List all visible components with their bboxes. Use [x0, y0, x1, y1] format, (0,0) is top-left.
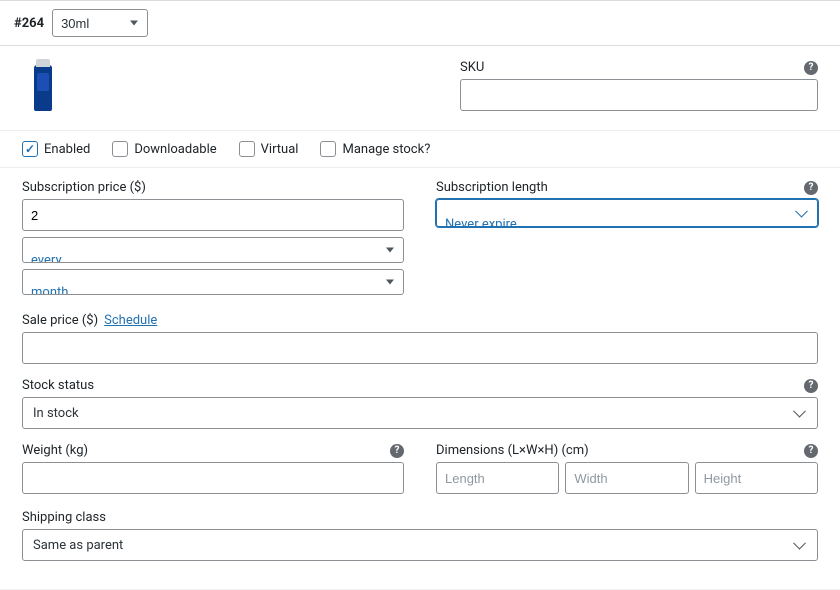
enabled-label: Enabled	[44, 142, 90, 157]
subscription-price-label: Subscription price ($)	[22, 180, 146, 195]
sku-label: SKU	[460, 60, 484, 75]
manage-stock-checkbox-wrap[interactable]: Manage stock?	[320, 141, 430, 157]
subscription-length-label: Subscription length	[436, 180, 548, 195]
shipping-class-select[interactable]: Same as parent	[22, 529, 818, 561]
product-thumbnail-icon	[34, 65, 52, 111]
enabled-checkbox[interactable]	[22, 141, 38, 157]
variation-panel: #264 30ml SKU ?	[0, 0, 840, 590]
help-icon[interactable]: ?	[804, 181, 818, 195]
enabled-checkbox-wrap[interactable]: Enabled	[22, 141, 90, 157]
weight-label: Weight (kg)	[22, 443, 88, 458]
virtual-label: Virtual	[261, 142, 299, 157]
subscription-price-input[interactable]	[22, 199, 404, 231]
help-icon[interactable]: ?	[804, 61, 818, 75]
sale-price-label: Sale price ($)	[22, 313, 98, 328]
stock-status-select[interactable]: In stock	[22, 397, 818, 429]
shipping-class-label: Shipping class	[22, 510, 106, 525]
height-input[interactable]	[695, 462, 818, 494]
help-icon[interactable]: ?	[804, 379, 818, 393]
dimensions-label: Dimensions (L×W×H) (cm)	[436, 443, 589, 458]
subscription-length-select[interactable]: Never expire	[436, 199, 818, 227]
variation-id: #264	[14, 16, 44, 31]
manage-stock-checkbox[interactable]	[320, 141, 336, 157]
help-icon[interactable]: ?	[390, 444, 404, 458]
options-row: Enabled Downloadable Virtual Manage stoc…	[0, 131, 840, 168]
attribute-select-wrap: 30ml	[52, 9, 148, 37]
stock-status-label: Stock status	[22, 378, 94, 393]
variation-image[interactable]	[22, 60, 64, 116]
width-input[interactable]	[565, 462, 688, 494]
top-row: SKU ?	[0, 46, 840, 131]
help-icon[interactable]: ?	[804, 444, 818, 458]
billing-interval-select[interactable]: every	[22, 237, 404, 263]
attribute-select[interactable]: 30ml	[52, 9, 148, 37]
billing-period-select[interactable]: month	[22, 269, 404, 295]
downloadable-label: Downloadable	[134, 142, 216, 157]
virtual-checkbox-wrap[interactable]: Virtual	[239, 141, 299, 157]
variation-header: #264 30ml	[0, 0, 840, 46]
schedule-link[interactable]: Schedule	[104, 313, 157, 328]
virtual-checkbox[interactable]	[239, 141, 255, 157]
downloadable-checkbox-wrap[interactable]: Downloadable	[112, 141, 216, 157]
weight-input[interactable]	[22, 462, 404, 494]
sale-price-input[interactable]	[22, 332, 818, 364]
downloadable-checkbox[interactable]	[112, 141, 128, 157]
length-input[interactable]	[436, 462, 559, 494]
manage-stock-label: Manage stock?	[342, 142, 430, 157]
sku-input[interactable]	[460, 79, 818, 111]
